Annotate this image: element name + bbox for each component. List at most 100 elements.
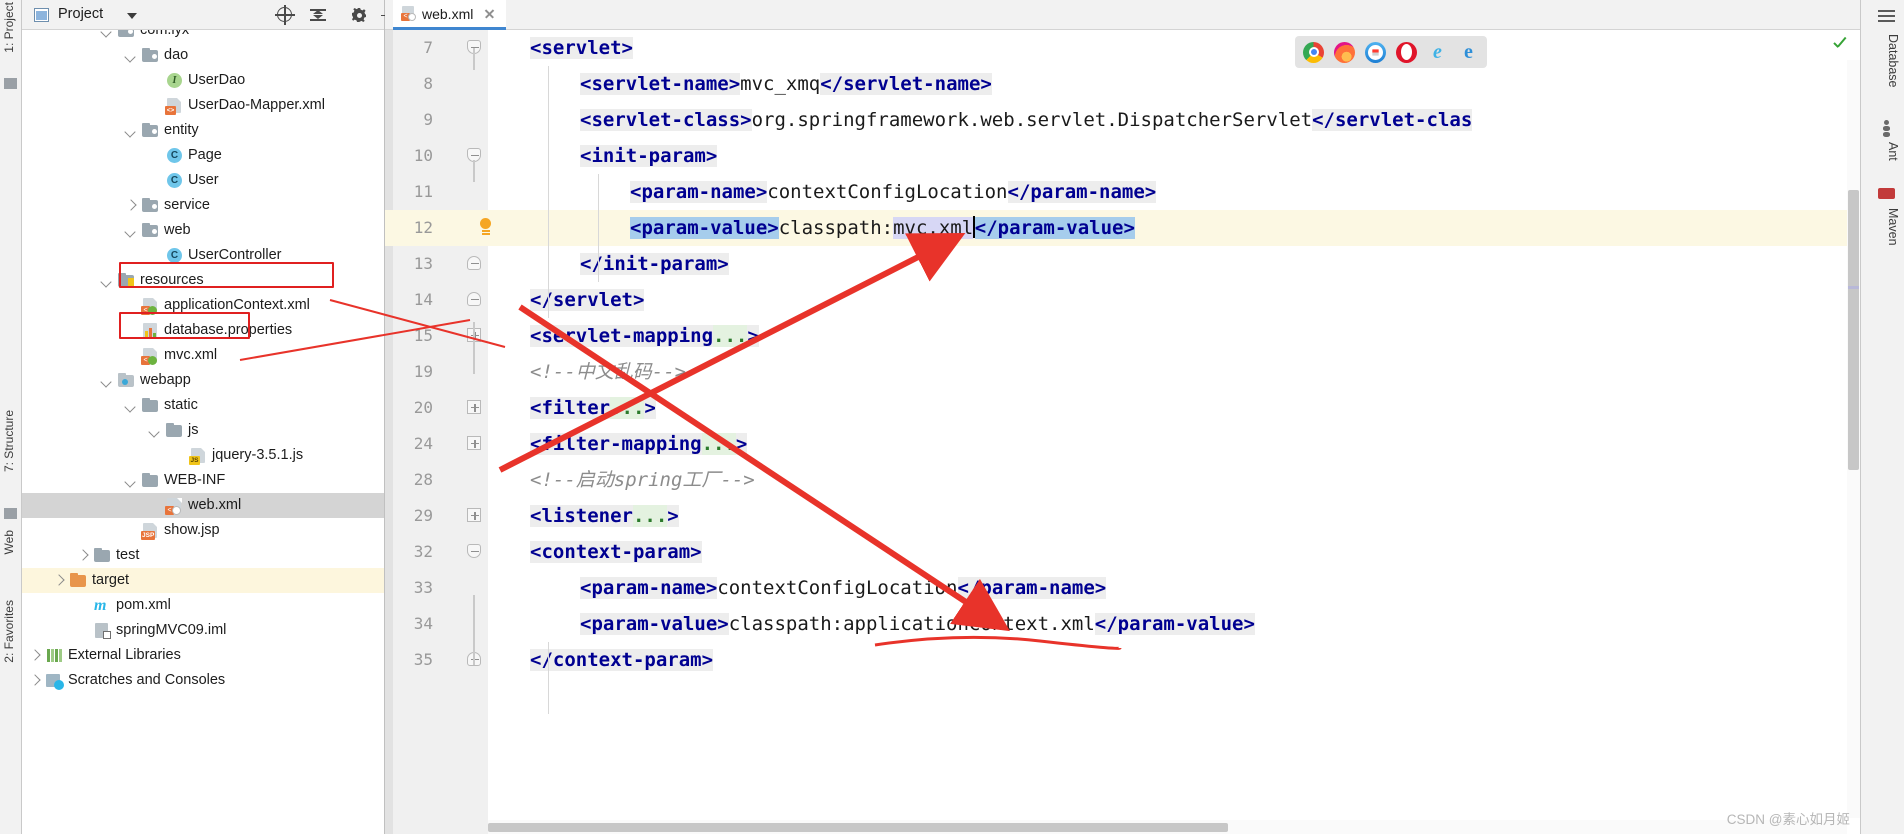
firefox-icon[interactable] xyxy=(1334,41,1355,63)
safari-icon[interactable] xyxy=(1365,41,1386,63)
editor-vertical-scrollbar[interactable] xyxy=(1847,60,1860,818)
ie-icon[interactable]: e xyxy=(1427,41,1448,63)
tree-item-user[interactable]: C User xyxy=(22,168,384,193)
gear-icon[interactable] xyxy=(349,5,369,25)
chevron-down-icon[interactable] xyxy=(148,418,162,443)
tab-label: web.xml xyxy=(422,5,474,22)
chevron-right-icon[interactable] xyxy=(124,193,138,218)
code-line-19[interactable]: 19 <!--中文乱码--> xyxy=(385,354,1860,390)
tree-item-pom-xml[interactable]: m pom.xml xyxy=(22,593,384,618)
chevron-down-icon[interactable] xyxy=(100,368,114,393)
chrome-icon[interactable] xyxy=(1303,41,1324,63)
code-line-29[interactable]: 29 <listener...> xyxy=(385,498,1860,534)
code-line-9[interactable]: 9 <servlet-class>org.springframework.web.… xyxy=(385,102,1860,138)
tree-item-dao[interactable]: dao xyxy=(22,43,384,68)
opera-icon[interactable] xyxy=(1396,41,1417,63)
chevron-right-icon[interactable] xyxy=(28,668,42,693)
fold-collapse-icon[interactable] xyxy=(467,292,481,306)
code-line-13[interactable]: 13 </init-param> xyxy=(385,246,1860,282)
tree-item-js[interactable]: js xyxy=(22,418,384,443)
line-number: 28 xyxy=(413,470,433,489)
tree-item-scratches-and-consoles[interactable]: Scratches and Consoles xyxy=(22,668,384,693)
code-line-7[interactable]: 7 <servlet> xyxy=(385,30,1860,66)
scrollbar-thumb[interactable] xyxy=(1848,190,1859,470)
line-number: 33 xyxy=(413,578,433,597)
chevron-down-icon[interactable] xyxy=(124,118,138,143)
project-tree[interactable]: com.lyx dao I UserDao <> UserDao-Mapper.xml en… xyxy=(22,30,384,834)
tree-item-springmvc09-iml[interactable]: springMVC09.iml xyxy=(22,618,384,643)
locate-in-tree-button[interactable] xyxy=(275,5,295,25)
tree-item-page[interactable]: C Page xyxy=(22,143,384,168)
tree-item-database-properties[interactable]: database.properties xyxy=(22,318,384,343)
chevron-down-icon[interactable] xyxy=(124,393,138,418)
code-line-12[interactable]: 12 <param-value>classpath:mvc.xml</param-… xyxy=(385,210,1860,246)
edge-icon[interactable]: e xyxy=(1458,41,1479,63)
code-line-10[interactable]: 10 <init-param> xyxy=(385,138,1860,174)
code-line-14[interactable]: 14 </servlet> xyxy=(385,282,1860,318)
tree-item-web-inf[interactable]: WEB-INF xyxy=(22,468,384,493)
code-line-28[interactable]: 28 <!--启动spring工厂--> xyxy=(385,462,1860,498)
chevron-right-icon[interactable] xyxy=(76,543,90,568)
tree-item-web-xml[interactable]: < web.xml xyxy=(22,493,384,518)
code-line-32[interactable]: 32 <context-param> xyxy=(385,534,1860,570)
tree-item-show-jsp[interactable]: JSP show.jsp xyxy=(22,518,384,543)
chevron-down-icon[interactable] xyxy=(100,268,114,293)
chevron-right-icon[interactable] xyxy=(52,568,66,593)
tree-item-com-lyx[interactable]: com.lyx xyxy=(22,30,384,43)
intention-bulb-icon[interactable] xyxy=(478,218,493,237)
tree-item-userdao-mapper-xml[interactable]: <> UserDao-Mapper.xml xyxy=(22,93,384,118)
chevron-down-icon[interactable] xyxy=(100,30,114,43)
webapp-icon xyxy=(118,372,135,389)
tree-item-entity[interactable]: entity xyxy=(22,118,384,143)
fold-expand-icon[interactable] xyxy=(467,436,481,450)
code-line-33[interactable]: 33 <param-name>contextConfigLocation</par… xyxy=(385,570,1860,606)
chevron-down-icon[interactable] xyxy=(124,468,138,493)
fold-expand-icon[interactable] xyxy=(467,508,481,522)
tree-item-resources[interactable]: resources xyxy=(22,268,384,293)
line-number: 24 xyxy=(413,434,433,453)
tool-window-web[interactable]: Web xyxy=(2,530,16,554)
code-line-34[interactable]: 34 <param-value>classpath:applicationCont… xyxy=(385,606,1860,642)
code-line-24[interactable]: 24 <filter-mapping...> xyxy=(385,426,1860,462)
hscrollbar-thumb[interactable] xyxy=(488,823,1228,832)
fold-collapse-icon[interactable] xyxy=(467,256,481,270)
tree-item-usercontroller[interactable]: C UserController xyxy=(22,243,384,268)
collapse-all-button[interactable] xyxy=(308,5,328,25)
editor-horizontal-scrollbar[interactable] xyxy=(488,820,1847,834)
chevron-down-icon[interactable] xyxy=(124,218,138,243)
tool-window-database[interactable]: Database xyxy=(1886,34,1900,88)
tree-item-service[interactable]: service xyxy=(22,193,384,218)
tree-item-webapp[interactable]: webapp xyxy=(22,368,384,393)
chevron-down-icon[interactable] xyxy=(127,13,137,19)
code-line-11[interactable]: 11 <param-name>contextConfigLocation</par… xyxy=(385,174,1860,210)
tree-item-applicationcontext-xml[interactable]: < applicationContext.xml xyxy=(22,293,384,318)
tree-item-jquery-3-5-1-js[interactable]: JS jquery-3.5.1.js xyxy=(22,443,384,468)
open-in-browser-popup[interactable]: ee xyxy=(1295,36,1487,68)
tree-item-static[interactable]: static xyxy=(22,393,384,418)
tree-item-web[interactable]: web xyxy=(22,218,384,243)
tool-window-maven[interactable]: Maven xyxy=(1886,208,1900,246)
code-editor[interactable]: 7 <servlet> 8 <servlet-name>mvc_xmq</servle… xyxy=(385,30,1860,834)
tree-item-userdao[interactable]: I UserDao xyxy=(22,68,384,93)
tool-window-structure[interactable]: 7: Structure xyxy=(2,410,16,472)
tool-window-project[interactable]: 1: Project xyxy=(2,2,16,53)
tree-item-mvc-xml[interactable]: < mvc.xml xyxy=(22,343,384,368)
inspection-ok-check-icon[interactable] xyxy=(1832,38,1848,54)
fold-collapse-icon[interactable] xyxy=(467,544,481,558)
chevron-right-icon[interactable] xyxy=(28,643,42,668)
properties-icon xyxy=(142,322,159,339)
code-line-20[interactable]: 20 <filter...> xyxy=(385,390,1860,426)
tool-window-ant[interactable]: Ant xyxy=(1886,142,1900,161)
hamburger-icon[interactable] xyxy=(1878,8,1895,25)
code-line-15[interactable]: 15 <servlet-mapping...> xyxy=(385,318,1860,354)
fold-expand-icon[interactable] xyxy=(467,400,481,414)
chevron-down-icon[interactable] xyxy=(124,43,138,68)
tree-item-external-libraries[interactable]: External Libraries xyxy=(22,643,384,668)
close-icon[interactable] xyxy=(483,7,496,20)
tree-item-test[interactable]: test xyxy=(22,543,384,568)
tool-window-favorites[interactable]: 2: Favorites xyxy=(2,600,16,663)
code-line-8[interactable]: 8 <servlet-name>mvc_xmq</servlet-name> xyxy=(385,66,1860,102)
tab-web-xml[interactable]: < web.xml xyxy=(393,0,507,30)
tree-item-target[interactable]: target xyxy=(22,568,384,593)
code-line-35[interactable]: 35 </context-param> xyxy=(385,642,1860,678)
